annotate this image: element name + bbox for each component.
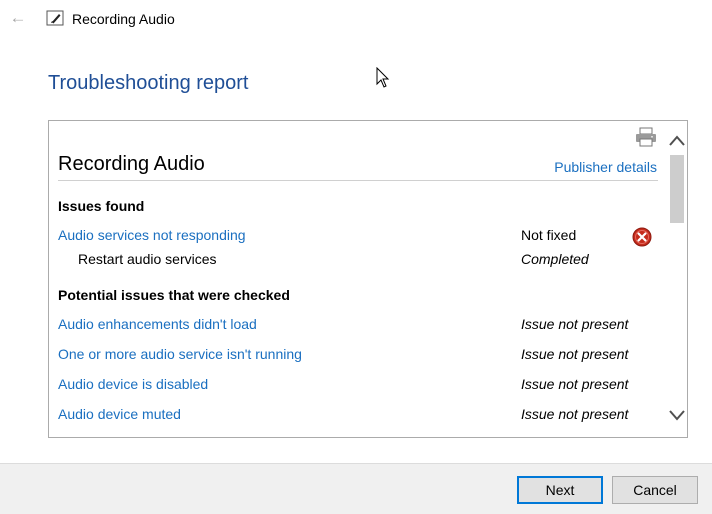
error-x-icon	[632, 227, 652, 247]
checked-issue-link[interactable]: Audio device is disabled	[58, 376, 208, 392]
checked-row: Audio device is disabled Issue not prese…	[49, 374, 669, 396]
issues-found-heading: Issues found	[58, 198, 145, 214]
dialog-footer: Next Cancel	[0, 463, 712, 514]
checked-issue-link[interactable]: One or more audio service isn't running	[58, 346, 302, 362]
page-heading: Troubleshooting report	[48, 72, 249, 94]
checked-row: Audio enhancements didn't load Issue not…	[49, 314, 669, 336]
troubleshooting-report-panel: Recording Audio Publisher details Issues…	[48, 120, 688, 438]
mouse-cursor-icon	[376, 67, 390, 88]
checked-row: Audio device muted Issue not present	[49, 404, 669, 426]
title-bar: ← Recording Audio	[0, 0, 712, 40]
scroll-thumb[interactable]	[670, 155, 684, 223]
issue-status: Not fixed	[521, 227, 577, 243]
scroll-down-chevron-icon[interactable]	[667, 407, 687, 423]
window-title: Recording Audio	[72, 11, 175, 27]
publisher-details-link[interactable]: Publisher details	[554, 159, 657, 175]
checked-issue-status: Issue not present	[521, 316, 629, 332]
issue-link[interactable]: Audio services not responding	[58, 227, 246, 243]
troubleshooter-app-icon	[46, 10, 64, 26]
vertical-scrollbar[interactable]	[667, 129, 687, 429]
issue-row: Audio services not responding Not fixed	[49, 225, 669, 247]
checked-issues-heading: Potential issues that were checked	[58, 287, 290, 303]
back-arrow-icon[interactable]: ←	[8, 8, 28, 28]
next-button[interactable]: Next	[517, 476, 603, 504]
checked-issue-status: Issue not present	[521, 346, 629, 362]
scroll-up-chevron-icon[interactable]	[667, 133, 687, 149]
title-divider	[58, 180, 658, 181]
print-icon[interactable]	[635, 127, 657, 147]
issue-subrow: Restart audio services Completed	[49, 249, 669, 271]
resolution-status: Completed	[521, 251, 589, 267]
checked-issue-status: Issue not present	[521, 406, 629, 422]
checked-issue-status: Issue not present	[521, 376, 629, 392]
checked-issue-link[interactable]: Audio device muted	[58, 406, 181, 422]
resolution-label: Restart audio services	[78, 251, 217, 267]
checked-row: One or more audio service isn't running …	[49, 344, 669, 366]
checked-issue-link[interactable]: Audio enhancements didn't load	[58, 316, 257, 332]
cancel-button[interactable]: Cancel	[612, 476, 698, 504]
report-title: Recording Audio	[58, 153, 205, 175]
